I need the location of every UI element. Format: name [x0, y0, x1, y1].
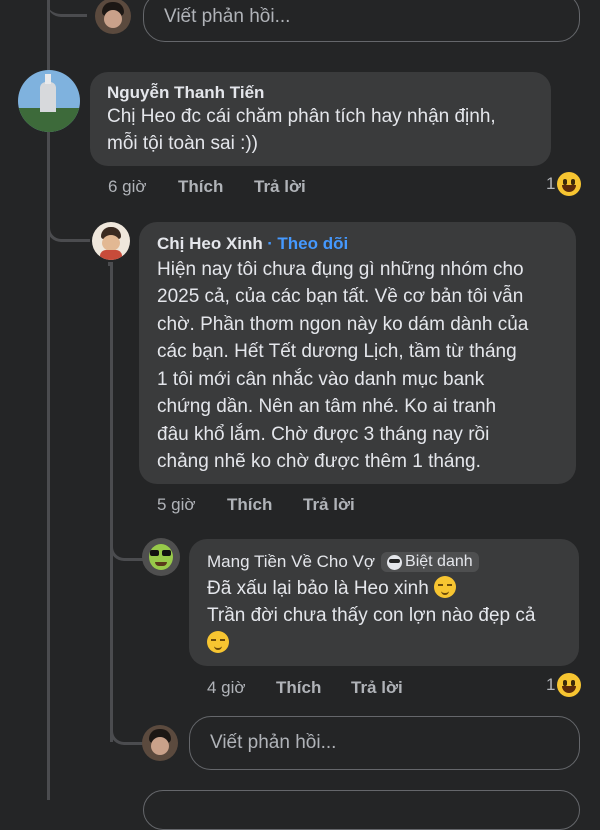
comment-text-1: Đã xấu lại bảo là Heo xinh [207, 578, 429, 599]
comment-meta-2: 5 giờ Thích Trả lời [157, 495, 355, 515]
current-user-avatar [142, 725, 178, 761]
comment-bubble-1: Nguyễn Thanh Tiến Chị Heo đc cái chăm ph… [90, 72, 551, 166]
comment-text-line-2: mỗi tội toàn sai :)) [107, 133, 258, 154]
thread-line-reply [110, 262, 113, 742]
comment-author[interactable]: Chị Heo Xinh [157, 234, 263, 253]
like-button[interactable]: Thích [178, 177, 254, 197]
thread-curve-top [47, 0, 87, 17]
comment-text-line-3: chờ. Phần thơm ngon này ko dám dành của [157, 314, 529, 335]
thread-line-nested [108, 262, 111, 266]
comment-author[interactable]: Nguyễn Thanh Tiến [107, 83, 264, 103]
comment-header: Chị Heo Xinh · Theo dõi [157, 234, 348, 254]
comment-time[interactable]: 4 giờ [207, 678, 276, 698]
comment-header: Mang Tiền Về Cho Vợ Biệt danh [207, 552, 479, 572]
sunglasses-emoji-icon [387, 554, 403, 570]
comment-bubble-3: Mang Tiền Về Cho Vợ Biệt danh Đã xấu lại… [189, 539, 579, 666]
reply-input-top-placeholder: Viết phản hồi... [164, 6, 291, 27]
reaction-summary-3[interactable]: 1 [546, 673, 582, 697]
avatar-nguyen-thanh-tien[interactable] [18, 70, 80, 132]
comment-text-line-5: 1 tôi mới cân nhắc vào danh mục bank [157, 369, 485, 390]
nickname-badge-label: Biệt danh [405, 553, 473, 570]
comment-text-line-2: 2025 cả, của các bạn tất. Về cơ bản tôi … [157, 286, 524, 307]
reply-button[interactable]: Trả lời [254, 177, 306, 197]
nickname-badge: Biệt danh [381, 552, 479, 572]
comment-text-line-6: chứng dần. Nên an tâm nhé. Ko ai tranh [157, 396, 497, 417]
reaction-summary-1[interactable]: 1 [546, 172, 582, 196]
like-button[interactable]: Thích [227, 495, 303, 515]
reply-input-top[interactable]: Viết phản hồi... [143, 0, 580, 42]
current-user-avatar [95, 0, 131, 34]
thread-curve-nested [110, 518, 143, 561]
thread-curve-reply1 [47, 205, 90, 242]
comment-meta-3: 4 giờ Thích Trả lời [207, 678, 403, 698]
comment-text-line-2: Trần đời chưa thấy con lợn nào đẹp cả [207, 605, 536, 626]
comment-time[interactable]: 5 giờ [157, 495, 227, 515]
like-button[interactable]: Thích [276, 678, 351, 698]
reply-input-bottom[interactable]: Viết phản hồi... [189, 716, 580, 770]
follow-separator: · [267, 234, 273, 253]
comment-text-line-7: đâu khổ lắm. Chờ được 3 tháng nay rồi [157, 424, 490, 445]
follow-link[interactable]: Theo dõi [277, 234, 348, 253]
comment-text-line-1: Hiện nay tôi chưa đụng gì những nhóm cho [157, 259, 524, 280]
laughing-emoji-icon [557, 673, 582, 697]
comment-meta-1: 6 giờ Thích Trả lời [108, 177, 306, 197]
reaction-count: 1 [546, 675, 556, 694]
thread-curve-bottom-reply [110, 700, 143, 745]
reply-button[interactable]: Trả lời [351, 678, 403, 698]
comment-text-line-1: Chị Heo đc cái chăm phân tích hay nhận đ… [107, 106, 496, 127]
comment-bubble-2: Chị Heo Xinh · Theo dõi Hiện nay tôi chư… [139, 222, 576, 484]
reply-input-bottom-placeholder: Viết phản hồi... [210, 732, 337, 753]
laughing-emoji-icon [557, 172, 582, 196]
reply-input-next[interactable] [143, 790, 580, 830]
relieved-emoji-icon [207, 631, 229, 653]
comment-author[interactable]: Mang Tiền Về Cho Vợ [207, 552, 375, 572]
comment-text-line-4: các bạn. Hết Tết dương Lịch, tầm từ thán… [157, 341, 517, 362]
reply-button[interactable]: Trả lời [303, 495, 355, 515]
relieved-emoji-icon [434, 576, 457, 598]
reaction-count: 1 [546, 174, 556, 193]
comment-time[interactable]: 6 giờ [108, 177, 178, 197]
avatar-chi-heo-xinh[interactable] [92, 222, 130, 260]
comment-text-line-8: chảng nhẽ ko chờ được thêm 1 tháng. [157, 451, 481, 472]
comment-text-line-1: Đã xấu lại bảo là Heo xinh [207, 575, 457, 603]
comment-text-line-3 [207, 630, 229, 658]
avatar-mang-tien-ve-cho-vo[interactable] [142, 538, 180, 576]
